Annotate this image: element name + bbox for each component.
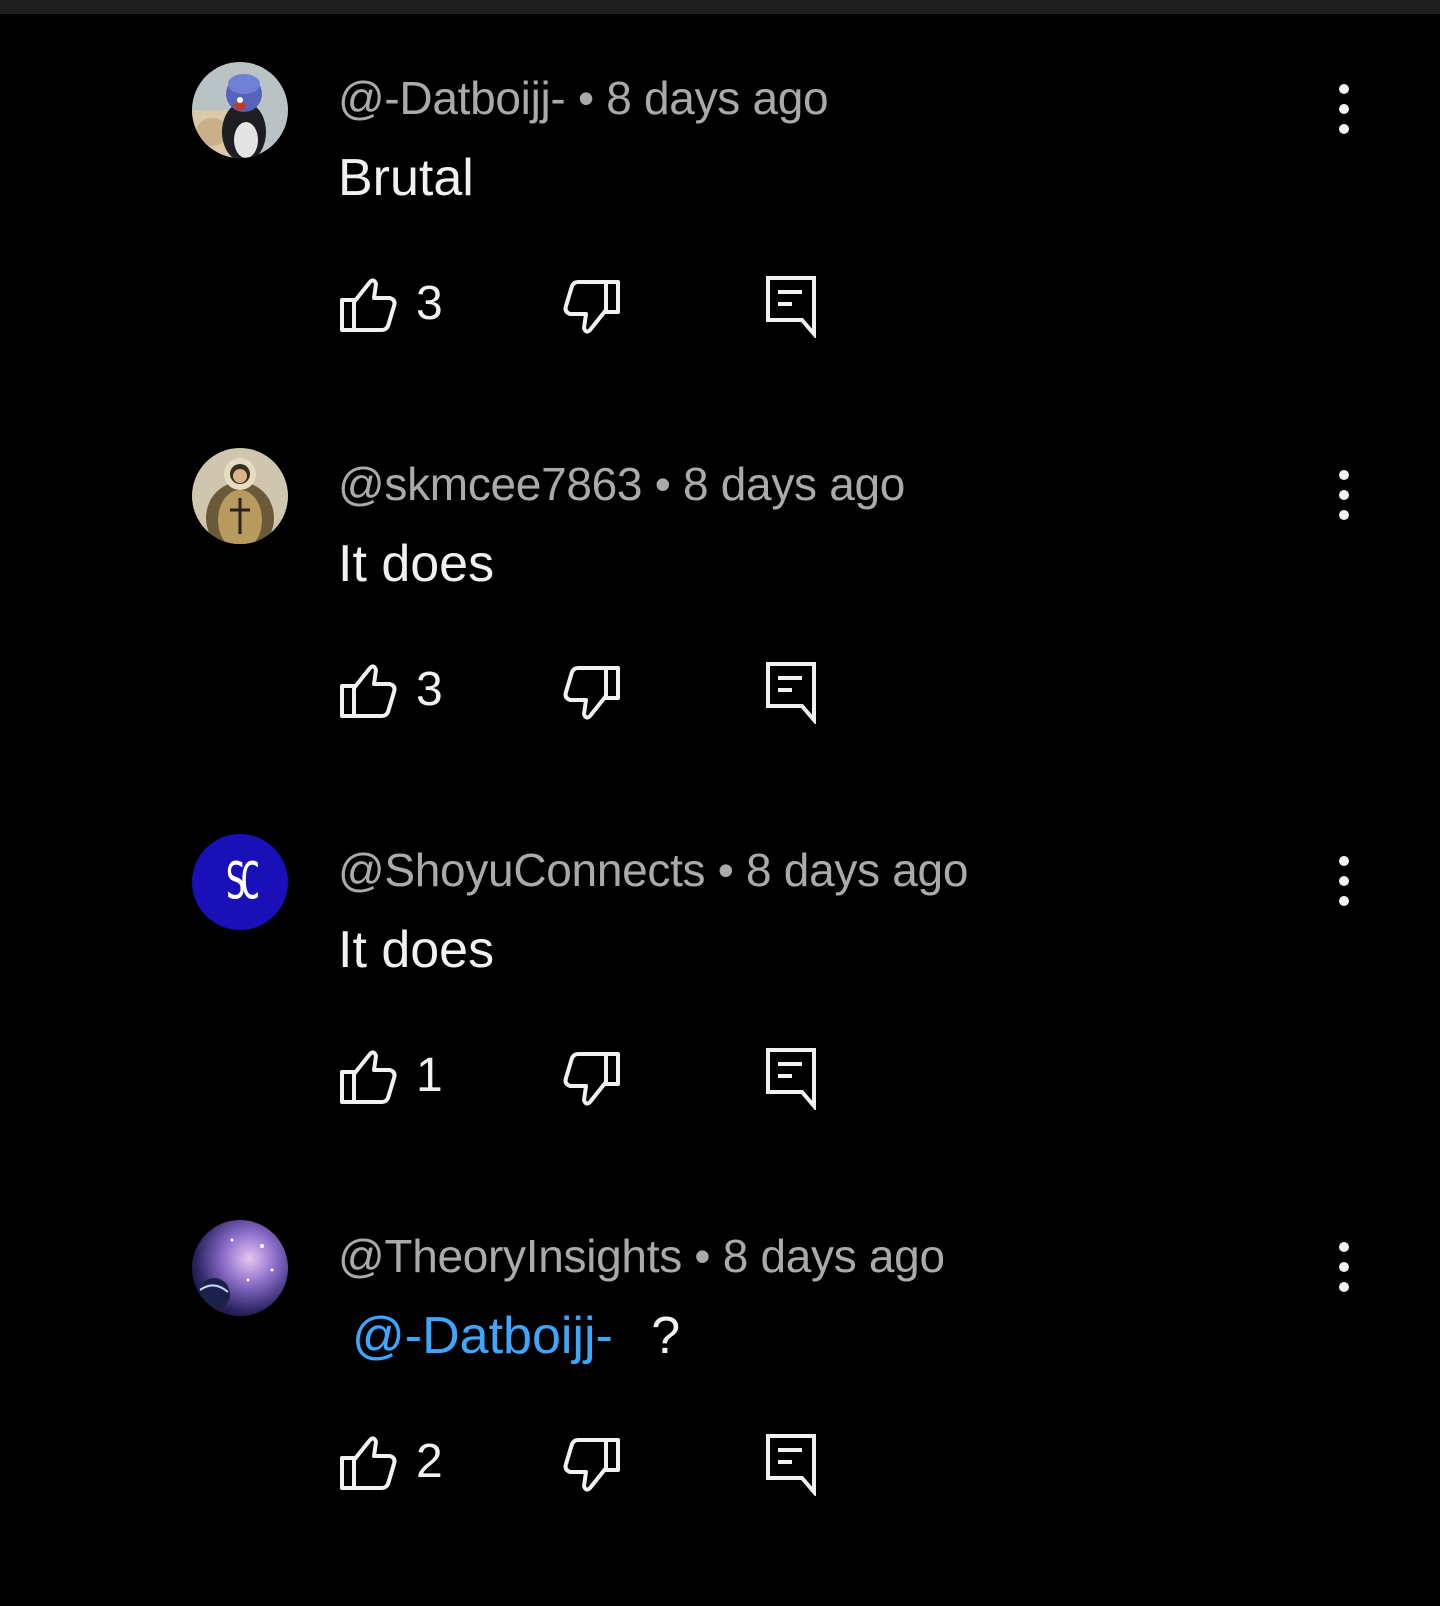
reply-comment-icon [764,1434,824,1500]
comment-actions: 3 [338,274,858,340]
more-options-button[interactable] [1318,852,1370,914]
galaxy-avatar[interactable] [192,1220,288,1316]
dislike-button[interactable] [562,1436,622,1496]
author-handle[interactable]: @skmcee7863 [338,458,643,510]
author-handle[interactable]: @-Datboijj- [338,72,566,124]
comment-text: @-Datboijj- ? [338,1304,680,1368]
like-count: 2 [416,1435,443,1488]
meta-separator: • [654,458,671,510]
comment-meta: @skmcee7863 • 8 days ago [338,456,905,512]
like-count: 1 [416,1049,443,1102]
comment-text: It does [338,918,494,982]
mention-link[interactable]: @-Datboijj- [352,1307,613,1365]
reply-comment-icon [764,276,824,342]
penguin-avatar[interactable] [192,62,288,158]
reply-button[interactable] [764,660,824,726]
comment-meta: @-Datboijj- • 8 days ago [338,70,829,126]
thumbs-down-icon [562,280,622,342]
thumbs-down-icon [562,666,622,728]
thumbs-up-icon [338,1050,398,1110]
like-count: 3 [416,663,443,716]
comment-meta: @ShoyuConnects • 8 days ago [338,842,968,898]
more-options-button[interactable] [1318,1238,1370,1300]
more-vertical-icon [1338,83,1350,140]
painting-avatar[interactable] [192,448,288,544]
like-button[interactable] [338,1046,398,1106]
thumbs-up-icon [338,664,398,724]
comment-actions: 1 [338,1046,858,1112]
more-vertical-icon [1338,469,1350,526]
comment-time: 8 days ago [606,72,829,124]
comment-time: 8 days ago [683,458,906,510]
dislike-button[interactable] [562,1050,622,1110]
thumbs-down-icon [562,1052,622,1114]
comment-body: ? [651,1307,681,1365]
top-bar [0,0,1440,14]
like-button[interactable] [338,1432,398,1492]
meta-separator: • [717,844,734,896]
comment-text: Brutal [338,146,474,210]
thumbs-down-icon [562,1438,622,1500]
comment-item: @-Datboijj- • 8 days ago Brutal 3 [0,62,1440,448]
comment-item: SC @ShoyuConnects • 8 days ago It does 1 [0,834,1440,1220]
reply-button[interactable] [764,274,824,340]
comment-body: It does [338,921,495,979]
more-vertical-icon [1338,855,1350,912]
like-button[interactable] [338,660,398,720]
comment-text: It does [338,532,494,596]
comment-item: @TheoryInsights • 8 days ago @-Datboijj-… [0,1220,1440,1606]
reply-button[interactable] [764,1432,824,1498]
avatar-initials: SC [225,852,261,912]
comment-time: 8 days ago [722,1230,945,1282]
like-button[interactable] [338,274,398,334]
thumbs-up-icon [338,1436,398,1496]
reply-button[interactable] [764,1046,824,1112]
more-vertical-icon [1338,1241,1350,1298]
dislike-button[interactable] [562,664,622,724]
comment-time: 8 days ago [746,844,969,896]
more-options-button[interactable] [1318,466,1370,528]
comment-item: @skmcee7863 • 8 days ago It does 3 [0,448,1440,834]
meta-separator: • [577,72,594,124]
dislike-button[interactable] [562,278,622,338]
more-options-button[interactable] [1318,80,1370,142]
comment-body: It does [338,535,495,593]
meta-separator: • [694,1230,711,1282]
comment-body: Brutal [338,149,474,207]
reply-comment-icon [764,1048,824,1114]
sc-logo-avatar[interactable]: SC [192,834,288,930]
comment-actions: 3 [338,660,858,726]
comment-actions: 2 [338,1432,858,1498]
comment-meta: @TheoryInsights • 8 days ago [338,1228,945,1284]
like-count: 3 [416,277,443,330]
author-handle[interactable]: @ShoyuConnects [338,844,706,896]
author-handle[interactable]: @TheoryInsights [338,1230,682,1282]
reply-comment-icon [764,662,824,728]
thumbs-up-icon [338,278,398,338]
